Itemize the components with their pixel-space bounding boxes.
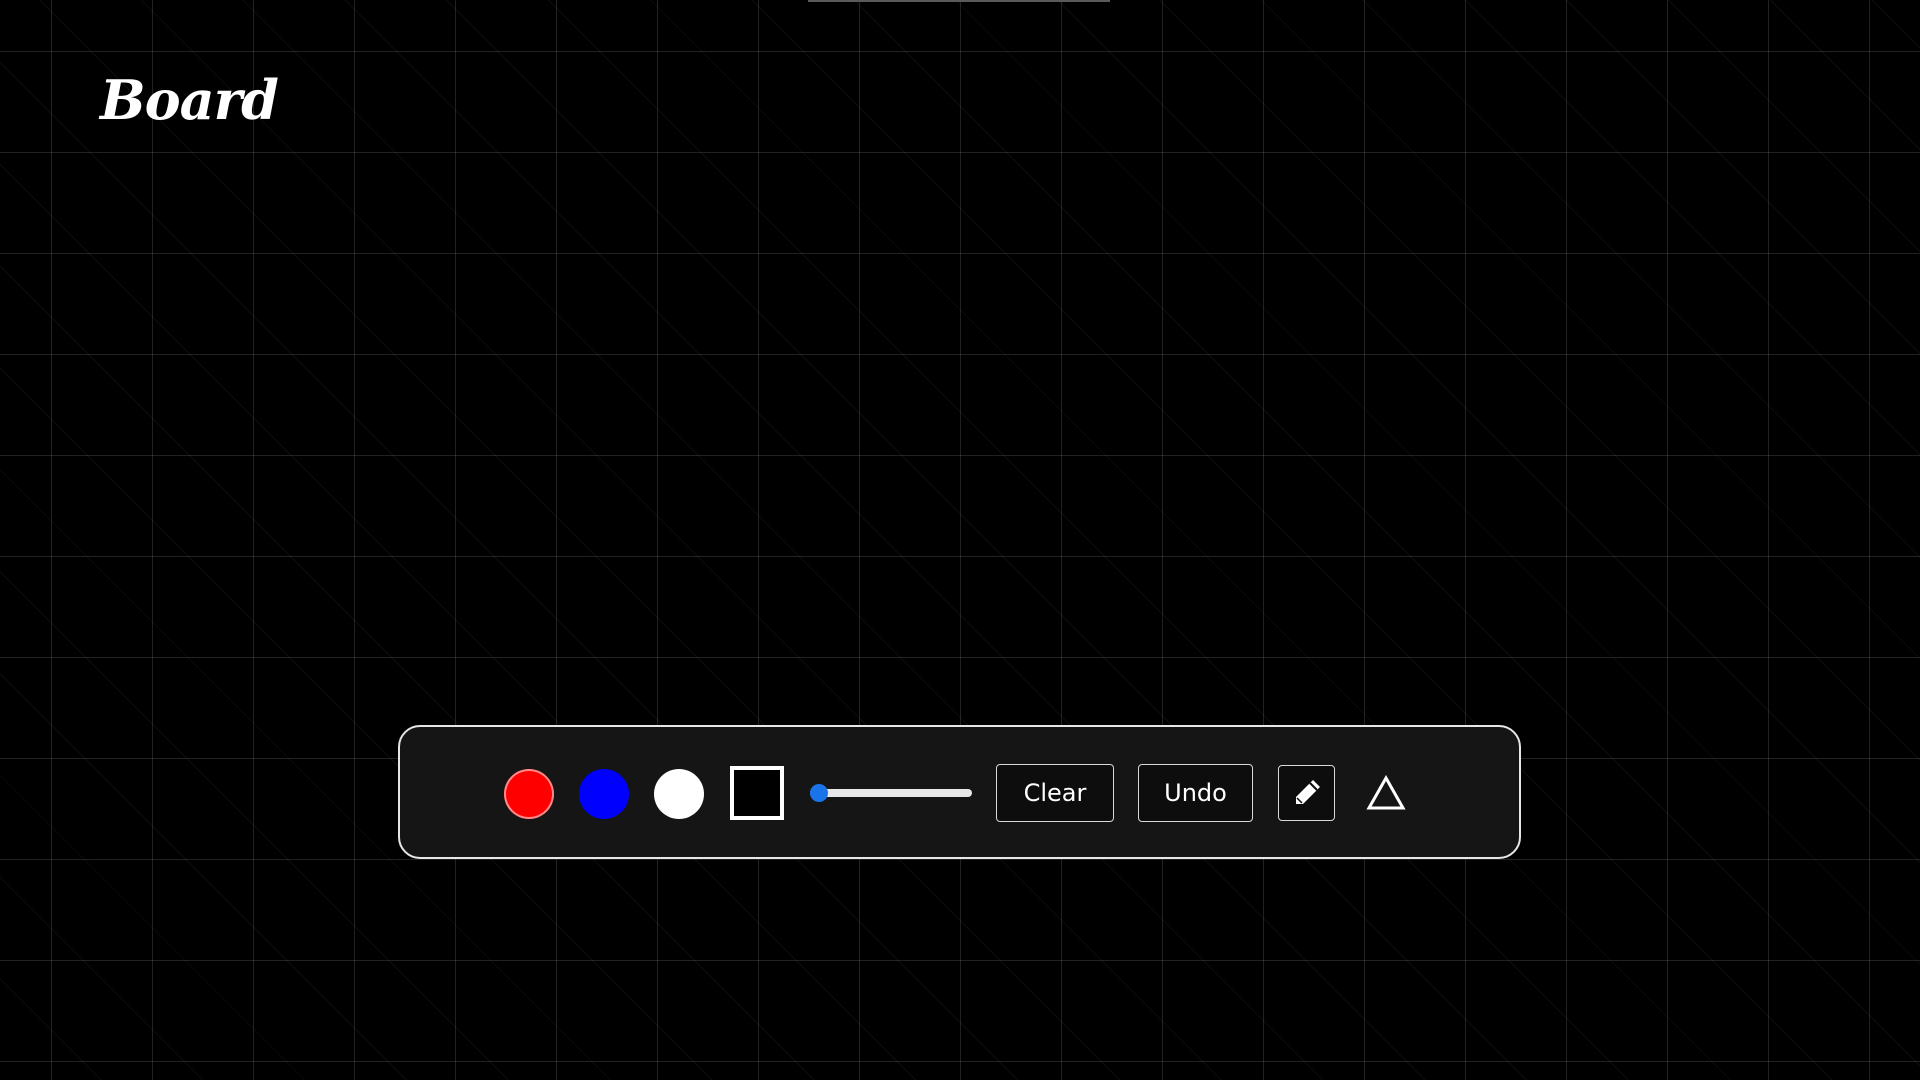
brush-size-slider[interactable] [810,784,972,802]
pencil-tool-button[interactable] [1278,765,1335,821]
pencil-icon [1295,780,1320,804]
drawing-canvas[interactable] [0,0,1920,1080]
slider-thumb[interactable] [810,784,828,802]
slider-track [810,789,972,797]
top-indicator [808,0,1110,2]
triangle-icon [1366,775,1406,810]
undo-button[interactable]: Undo [1138,764,1253,822]
color-swatch-black[interactable] [730,766,784,820]
color-swatch-white[interactable] [654,769,704,819]
color-swatch-red[interactable] [504,769,554,819]
color-swatch-blue[interactable] [579,769,629,819]
app-logo: Board [100,68,279,132]
shape-tool-button[interactable] [1364,772,1408,814]
clear-button[interactable]: Clear [996,764,1114,822]
